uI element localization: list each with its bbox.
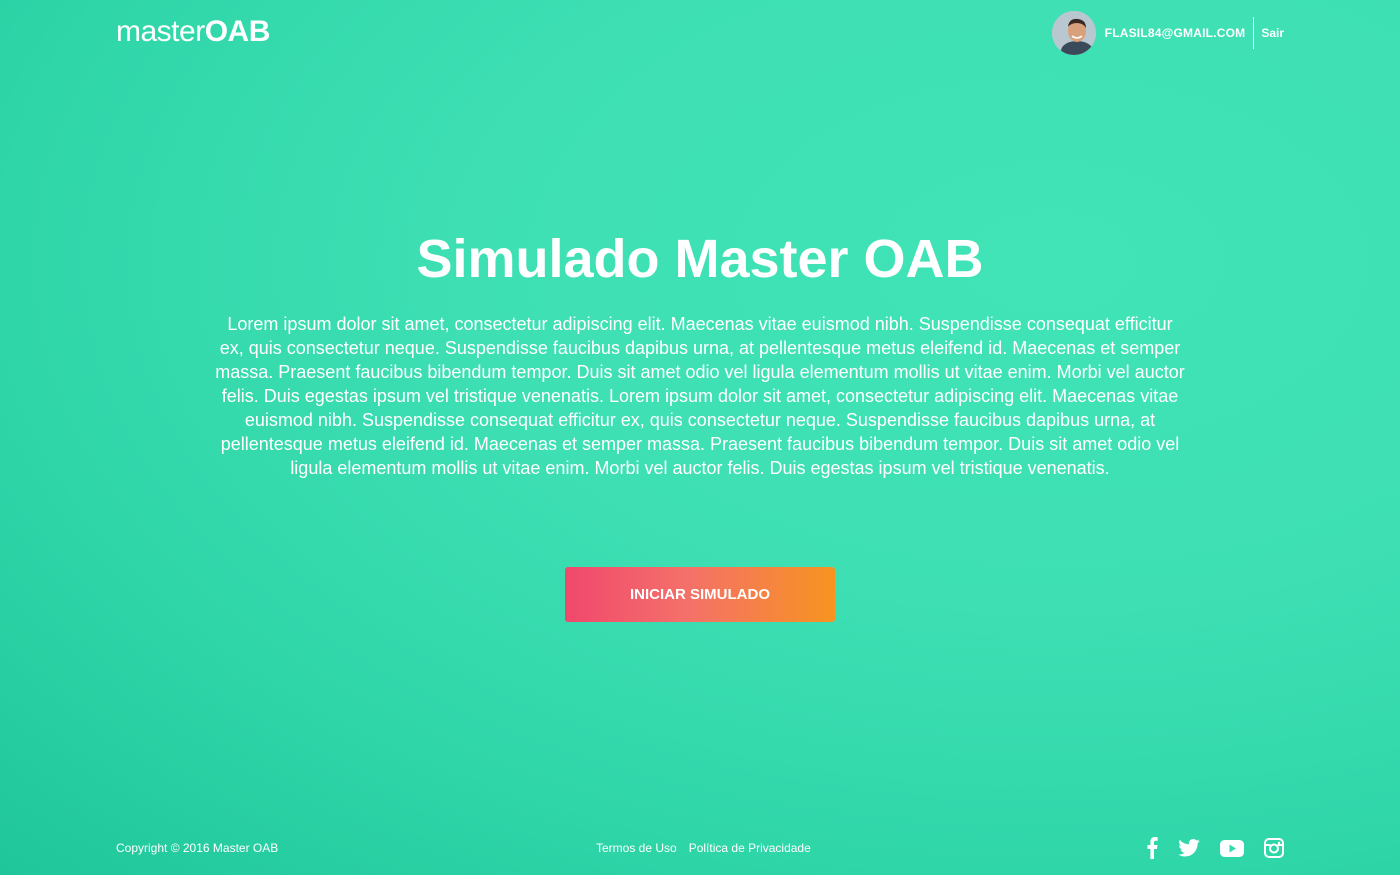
header-divider xyxy=(1253,17,1255,49)
logo-text-master: master xyxy=(116,15,205,48)
footer-links: Termos de Uso Política de Privacidade xyxy=(596,840,811,856)
logo-text-oab: OAB xyxy=(204,15,271,48)
user-email: FLASIL84@GMAIL.COM xyxy=(1104,26,1246,40)
social-links xyxy=(1146,836,1284,860)
hero-description: Lorem ipsum dolor sit amet, consectetur … xyxy=(215,314,1185,478)
instagram-icon[interactable] xyxy=(1264,838,1284,858)
footer-copyright: Copyright © 2016 Master OAB xyxy=(116,841,279,855)
youtube-icon[interactable] xyxy=(1220,839,1244,857)
page-title: Simulado Master OAB xyxy=(416,229,984,289)
terms-of-use-link[interactable]: Termos de Uso xyxy=(596,841,677,855)
facebook-icon[interactable] xyxy=(1146,837,1158,859)
logout-link[interactable]: Sair xyxy=(1261,26,1284,40)
user-menu: FLASIL84@GMAIL.COM Sair xyxy=(1051,10,1284,56)
privacy-policy-link[interactable]: Política de Privacidade xyxy=(689,841,811,855)
twitter-icon[interactable] xyxy=(1178,839,1200,857)
start-simulation-button[interactable]: INICIAR SIMULADO xyxy=(565,567,835,622)
user-avatar-photo xyxy=(1051,11,1096,55)
user-avatar[interactable] xyxy=(1051,11,1096,55)
master-oab-logo[interactable]: masterOAB xyxy=(116,14,270,50)
